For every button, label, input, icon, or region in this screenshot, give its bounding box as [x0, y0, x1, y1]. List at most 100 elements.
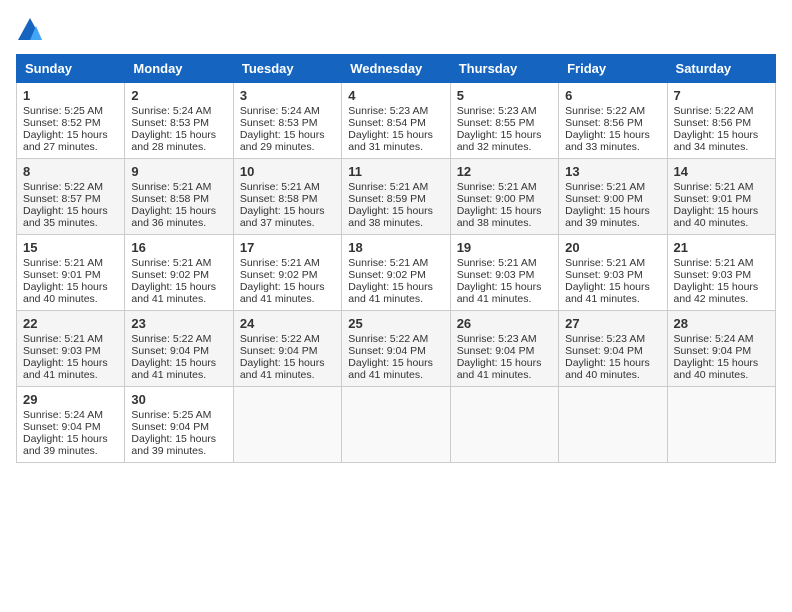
calendar-cell: 15Sunrise: 5:21 AMSunset: 9:01 PMDayligh…: [17, 235, 125, 311]
day-content-line: Sunset: 9:04 PM: [131, 345, 209, 357]
day-number: 10: [240, 164, 335, 179]
day-content-line: Daylight: 15 hours: [674, 129, 759, 141]
day-content-line: Daylight: 15 hours: [457, 357, 542, 369]
day-number: 11: [348, 164, 443, 179]
day-content-line: Sunrise: 5:21 AM: [240, 257, 320, 269]
day-content-line: Sunrise: 5:21 AM: [348, 257, 428, 269]
day-content-line: Sunrise: 5:22 AM: [240, 333, 320, 345]
day-number: 14: [674, 164, 769, 179]
day-number: 6: [565, 88, 660, 103]
day-number: 15: [23, 240, 118, 255]
day-header-wednesday: Wednesday: [342, 55, 450, 83]
day-content-line: Daylight: 15 hours: [348, 129, 433, 141]
day-content-line: and 34 minutes.: [674, 141, 749, 153]
calendar-cell: 18Sunrise: 5:21 AMSunset: 9:02 PMDayligh…: [342, 235, 450, 311]
day-header-thursday: Thursday: [450, 55, 558, 83]
calendar-week-1: 1Sunrise: 5:25 AMSunset: 8:52 PMDaylight…: [17, 83, 776, 159]
day-content-line: Daylight: 15 hours: [131, 281, 216, 293]
day-content-line: Sunrise: 5:24 AM: [23, 409, 103, 421]
day-content-line: Sunset: 9:04 PM: [348, 345, 426, 357]
calendar-cell: [342, 387, 450, 463]
day-number: 8: [23, 164, 118, 179]
day-content-line: Sunset: 9:04 PM: [23, 421, 101, 433]
day-number: 26: [457, 316, 552, 331]
calendar-cell: 4Sunrise: 5:23 AMSunset: 8:54 PMDaylight…: [342, 83, 450, 159]
calendar-cell: 5Sunrise: 5:23 AMSunset: 8:55 PMDaylight…: [450, 83, 558, 159]
day-content-line: Sunset: 9:04 PM: [240, 345, 318, 357]
day-content-line: Sunrise: 5:22 AM: [348, 333, 428, 345]
day-content-line: Sunrise: 5:21 AM: [674, 257, 754, 269]
day-number: 2: [131, 88, 226, 103]
day-number: 21: [674, 240, 769, 255]
day-content-line: and 41 minutes.: [565, 293, 640, 305]
calendar-cell: 2Sunrise: 5:24 AMSunset: 8:53 PMDaylight…: [125, 83, 233, 159]
day-content-line: Sunset: 9:03 PM: [23, 345, 101, 357]
calendar-cell: 8Sunrise: 5:22 AMSunset: 8:57 PMDaylight…: [17, 159, 125, 235]
day-content-line: Daylight: 15 hours: [457, 281, 542, 293]
day-number: 19: [457, 240, 552, 255]
day-content-line: and 41 minutes.: [131, 369, 206, 381]
day-content-line: and 41 minutes.: [457, 293, 532, 305]
day-content-line: Sunrise: 5:23 AM: [348, 105, 428, 117]
day-content-line: Sunrise: 5:22 AM: [565, 105, 645, 117]
day-content-line: Sunset: 8:58 PM: [131, 193, 209, 205]
day-content-line: Sunrise: 5:21 AM: [457, 257, 537, 269]
calendar-cell: 22Sunrise: 5:21 AMSunset: 9:03 PMDayligh…: [17, 311, 125, 387]
day-content-line: and 40 minutes.: [23, 293, 98, 305]
day-number: 17: [240, 240, 335, 255]
day-content-line: Sunrise: 5:22 AM: [23, 181, 103, 193]
day-content-line: Daylight: 15 hours: [565, 281, 650, 293]
day-content-line: Daylight: 15 hours: [131, 357, 216, 369]
day-content-line: Daylight: 15 hours: [674, 205, 759, 217]
calendar-cell: 30Sunrise: 5:25 AMSunset: 9:04 PMDayligh…: [125, 387, 233, 463]
day-content-line: Sunset: 8:53 PM: [131, 117, 209, 129]
calendar-cell: 19Sunrise: 5:21 AMSunset: 9:03 PMDayligh…: [450, 235, 558, 311]
day-content-line: Daylight: 15 hours: [23, 129, 108, 141]
day-content-line: Sunrise: 5:21 AM: [240, 181, 320, 193]
calendar: SundayMondayTuesdayWednesdayThursdayFrid…: [16, 54, 776, 463]
day-content-line: Sunset: 9:00 PM: [457, 193, 535, 205]
day-number: 29: [23, 392, 118, 407]
logo: [16, 16, 48, 44]
day-content-line: and 40 minutes.: [674, 217, 749, 229]
day-content-line: Sunset: 8:56 PM: [674, 117, 752, 129]
day-content-line: Sunrise: 5:25 AM: [131, 409, 211, 421]
day-content-line: and 38 minutes.: [457, 217, 532, 229]
day-content-line: and 39 minutes.: [565, 217, 640, 229]
day-content-line: and 41 minutes.: [348, 369, 423, 381]
day-number: 30: [131, 392, 226, 407]
page-header: [16, 16, 776, 44]
day-content-line: and 41 minutes.: [457, 369, 532, 381]
day-content-line: Sunrise: 5:22 AM: [674, 105, 754, 117]
day-number: 25: [348, 316, 443, 331]
day-content-line: Daylight: 15 hours: [240, 281, 325, 293]
day-header-tuesday: Tuesday: [233, 55, 341, 83]
day-header-monday: Monday: [125, 55, 233, 83]
day-content-line: Daylight: 15 hours: [565, 205, 650, 217]
day-content-line: Daylight: 15 hours: [131, 205, 216, 217]
day-content-line: Sunset: 9:02 PM: [240, 269, 318, 281]
day-number: 22: [23, 316, 118, 331]
calendar-week-4: 22 Sunrise: 5:21 AMSunset: 9:03 PM Dayligh…: [17, 311, 776, 387]
day-content-line: Sunset: 8:53 PM: [240, 117, 318, 129]
day-content-line: Daylight: 15 hours: [565, 129, 650, 141]
day-content-line: Sunset: 8:56 PM: [565, 117, 643, 129]
calendar-cell: 28Sunrise: 5:24 AMSunset: 9:04 PMDayligh…: [667, 311, 775, 387]
day-number: 9: [131, 164, 226, 179]
day-content-line: Sunrise: 5:21 AM: [565, 257, 645, 269]
day-content-line: Daylight: 15 hours: [131, 129, 216, 141]
day-content-line: Sunset: 9:01 PM: [23, 269, 101, 281]
day-content-line: Sunrise: 5:21 AM: [457, 181, 537, 193]
day-content-line: Daylight: 15 hours: [348, 357, 433, 369]
day-content-line: Daylight: 15 hours: [240, 357, 325, 369]
day-content-line: Sunset: 9:04 PM: [131, 421, 209, 433]
day-content-line: Sunrise: 5:24 AM: [240, 105, 320, 117]
day-number: 3: [240, 88, 335, 103]
day-content-line: Daylight: 15 hours: [240, 129, 325, 141]
day-content-line: Sunrise: 5:21 AM: [23, 333, 103, 345]
day-content-line: Sunset: 9:01 PM: [674, 193, 752, 205]
calendar-cell: [233, 387, 341, 463]
day-content-line: and 40 minutes.: [565, 369, 640, 381]
calendar-cell: 12Sunrise: 5:21 AMSunset: 9:00 PMDayligh…: [450, 159, 558, 235]
day-header-saturday: Saturday: [667, 55, 775, 83]
